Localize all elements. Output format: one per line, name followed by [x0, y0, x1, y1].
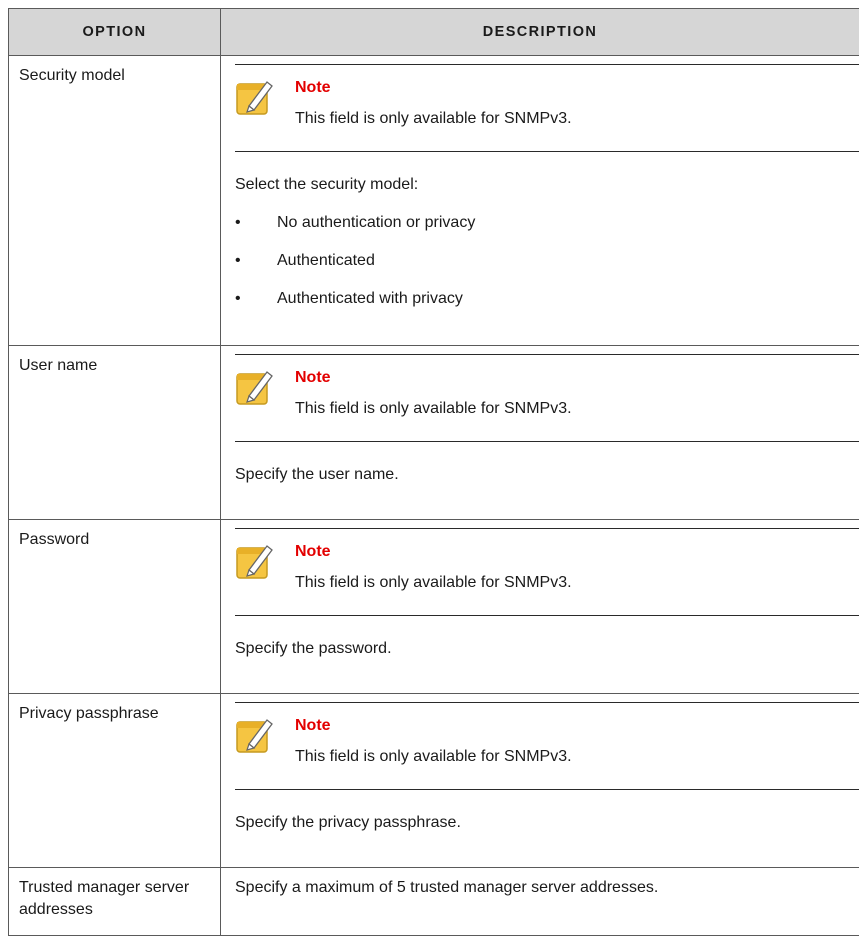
- option-description: Note This field is only available for SN…: [220, 345, 859, 520]
- note-text: This field is only available for SNMPv3.: [295, 574, 572, 591]
- option-name: Security model: [8, 55, 221, 346]
- note-label: Note: [295, 543, 331, 560]
- option-name: User name: [8, 345, 221, 520]
- header-option: Option: [8, 8, 221, 56]
- option-description: Note This field is only available for SN…: [220, 693, 859, 868]
- note-box: Note This field is only available for SN…: [235, 64, 859, 152]
- note-text: This field is only available for SNMPv3.: [295, 748, 572, 765]
- note-label: Note: [295, 369, 331, 386]
- note-box: Note This field is only available for SN…: [235, 354, 859, 442]
- list-item: • Authenticated: [235, 250, 859, 272]
- description-intro: Select the security model:: [235, 176, 419, 193]
- note-text: This field is only available for SNMPv3.: [295, 110, 572, 127]
- pencil-note-icon: [236, 545, 273, 579]
- note-box: Note This field is only available for SN…: [235, 702, 859, 790]
- pencil-note-icon: [236, 371, 273, 405]
- note-label: Note: [295, 717, 331, 734]
- list-item: • No authentication or privacy: [235, 212, 859, 234]
- security-model-list: • No authentication or privacy • Authentic…: [235, 212, 859, 310]
- table-row: User name Note This field is only availa…: [8, 345, 859, 520]
- table-row: Trusted manager server addresses Specify…: [8, 867, 859, 936]
- bullet-dot-icon: •: [235, 214, 241, 231]
- table-row: Privacy passphrase Note This field is on…: [8, 693, 859, 868]
- table-header-row: Option Description: [8, 8, 859, 56]
- option-description: Specify a maximum of 5 trusted manager s…: [220, 867, 859, 936]
- description-text: Specify the privacy passphrase.: [235, 814, 461, 831]
- description-text: Specify the user name.: [235, 466, 399, 483]
- pencil-note-icon: [236, 81, 273, 115]
- bullet-dot-icon: •: [235, 290, 241, 307]
- note-label: Note: [295, 79, 331, 96]
- options-table: Option Description Security model Note T…: [8, 8, 859, 936]
- pencil-note-icon: [236, 719, 273, 753]
- table-row: Password Note This field is only availab…: [8, 519, 859, 694]
- header-description: Description: [220, 8, 859, 56]
- option-name: Trusted manager server addresses: [8, 867, 221, 936]
- table-row: Security model Note This field is only a…: [8, 55, 859, 346]
- option-name: Privacy passphrase: [8, 693, 221, 868]
- list-item: • Authenticated with privacy: [235, 288, 859, 310]
- bullet-dot-icon: •: [235, 252, 241, 269]
- note-box: Note This field is only available for SN…: [235, 528, 859, 616]
- option-description: Note This field is only available for SN…: [220, 55, 859, 346]
- description-text: Specify a maximum of 5 trusted manager s…: [235, 879, 659, 896]
- note-text: This field is only available for SNMPv3.: [295, 400, 572, 417]
- description-text: Specify the password.: [235, 640, 392, 657]
- option-description: Note This field is only available for SN…: [220, 519, 859, 694]
- option-name: Password: [8, 519, 221, 694]
